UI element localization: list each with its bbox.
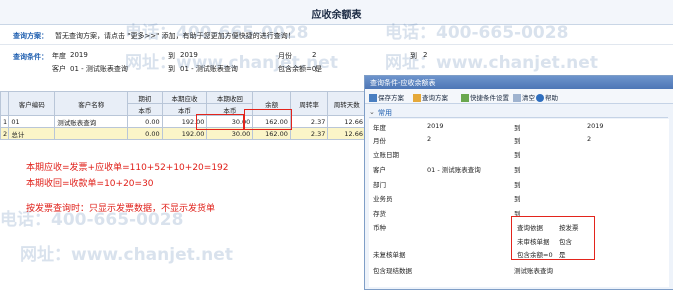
column-header[interactable]: 本期收回 <box>206 91 254 104</box>
field-label: 部门 <box>373 181 386 189</box>
zero-balance-value[interactable]: 是 <box>315 64 322 74</box>
scheme-row: 查询方案： 暂无查询方案，请点击 "更多>>" 添加，有助于您更加方便快捷的进行… <box>0 25 673 45</box>
field-label: 客户 <box>373 166 386 174</box>
cash-settle-label: 包含现结数据 <box>373 267 412 275</box>
field-label: 立账日期 <box>373 151 399 159</box>
to-label: 到 <box>514 166 521 174</box>
field-label: 存货 <box>373 210 386 218</box>
watermark-url: 网址：www.chanjet.net <box>20 245 233 265</box>
scheme-label: 查询方案： <box>13 32 48 40</box>
column-header[interactable]: 客户编码 <box>8 91 56 116</box>
field-label: 业务员 <box>373 195 393 203</box>
help-label: 帮助 <box>545 94 558 102</box>
currency-label: 币种 <box>373 224 386 232</box>
unrecorded-label: 未复核单据 <box>373 251 406 259</box>
eraser-icon <box>513 94 521 102</box>
year-to-input[interactable]: 2019 <box>587 122 604 130</box>
quick-condition-label: 快捷条件设置 <box>470 94 509 102</box>
field-label: 年度 <box>373 124 386 132</box>
to-label: 到 <box>514 195 521 203</box>
balance-table: 客户编码 客户名称 期初 本期应收 本期收回 余额 周转率 周转天数 本币 本币… <box>0 91 366 140</box>
scheme-hint: 暂无查询方案，请点击 "更多>>" 添加，有助于您更加方便快捷的进行查询！ <box>55 32 295 40</box>
to-label: 到 <box>514 137 521 145</box>
month-input[interactable]: 2 <box>427 135 431 143</box>
month-to-value[interactable]: 2 <box>423 51 427 59</box>
chevron-down-icon: ⌄ <box>369 108 375 116</box>
customer-value[interactable]: 01 - 测试账表查询 <box>70 64 128 74</box>
turnover-cell[interactable]: 2.37 <box>289 115 329 128</box>
column-header[interactable]: 本期应收 <box>161 91 208 104</box>
opening-cell[interactable]: 0.00 <box>127 115 163 128</box>
column-header[interactable]: 周转天数 <box>327 91 366 116</box>
turnover-cell: 2.37 <box>289 127 329 140</box>
save-icon <box>369 94 377 102</box>
query-condition-dialog: 查询条件-应收余额表 保存方案 查询方案 快捷条件设置 清空 帮助 ⌄ 常用 年… <box>364 75 673 290</box>
row-index-header <box>0 91 10 116</box>
to-label: 到 <box>514 124 521 132</box>
query-scheme-label: 查询方案 <box>422 94 448 102</box>
table-row[interactable]: 1 01 测试账表查询 0.00 192.00 30.00 162.00 2.3… <box>0 115 366 128</box>
to-label: 到 <box>168 65 175 73</box>
table-header-row: 客户编码 客户名称 期初 本期应收 本期收回 余额 周转率 周转天数 <box>0 91 366 116</box>
customer-input[interactable]: 01 - 测试账表查询 <box>427 164 481 174</box>
condition-panel: 查询条件： 年度 2019 到 2019 月份 2 到 2 客户 01 - 测试… <box>0 45 673 75</box>
year-to-value[interactable]: 2019 <box>180 51 198 59</box>
currency-subheader: 本币 <box>127 103 163 116</box>
query-basis-highlight <box>511 216 595 260</box>
month-label: 月份 <box>278 52 292 60</box>
customer-code-cell[interactable]: 01 <box>8 115 56 128</box>
table-total-row[interactable]: 2 总计 0.00 192.00 30.00 162.00 2.37 12.66 <box>0 127 366 140</box>
receivable-highlight <box>196 114 244 130</box>
condition-label: 查询条件： <box>13 53 48 61</box>
to-label: 到 <box>168 52 175 60</box>
opening-cell: 0.00 <box>127 127 163 140</box>
customer-name-cell <box>54 127 129 140</box>
window-title-bar: 应收余额表 <box>0 0 673 25</box>
quick-condition-button[interactable]: 快捷条件设置 <box>461 92 509 102</box>
folder-icon <box>413 94 421 102</box>
dialog-form: 年度 2019 到 2019 月份 2 到 2 立账日期 到 客户 01 - 测… <box>369 119 669 287</box>
section-title: 常用 <box>378 109 392 117</box>
year-input[interactable]: 2019 <box>427 122 444 130</box>
customer-label: 客户 <box>52 65 66 73</box>
column-header[interactable]: 客户名称 <box>54 91 129 116</box>
dialog-title: 查询条件-应收余额表 <box>370 79 436 87</box>
total-label-cell: 总计 <box>8 127 56 140</box>
row-index: 2 <box>0 127 10 140</box>
received-highlight <box>244 109 292 130</box>
save-scheme-label: 保存方案 <box>378 94 404 102</box>
section-header[interactable]: ⌄ 常用 <box>369 107 668 118</box>
dialog-toolbar: 保存方案 查询方案 快捷条件设置 清空 帮助 <box>365 89 673 104</box>
to-label: 到 <box>514 181 521 189</box>
save-scheme-button[interactable]: 保存方案 <box>369 92 404 102</box>
row-index: 1 <box>0 115 10 128</box>
query-scheme-button[interactable]: 查询方案 <box>413 92 448 102</box>
to-label: 到 <box>410 52 417 60</box>
days-cell: 12.66 <box>327 127 366 140</box>
field-label: 月份 <box>373 137 386 145</box>
days-cell[interactable]: 12.66 <box>327 115 366 128</box>
note-received: 本期收回=收款单=10+20=30 <box>26 179 154 189</box>
month-value[interactable]: 2 <box>312 51 316 59</box>
customer-to-value[interactable]: 01 - 测试账表查询 <box>180 64 238 74</box>
month-to-input[interactable]: 2 <box>587 135 591 143</box>
note-invoice-query: 按发票查询时：只显示发票数据，不显示发货单 <box>26 204 216 214</box>
window-title: 应收余额表 <box>311 10 362 21</box>
clear-label: 清空 <box>522 94 535 102</box>
settings-icon <box>461 94 469 102</box>
note-receivable: 本期应收=发票+应收单=110+52+10+20=192 <box>26 163 229 173</box>
column-header[interactable]: 期初 <box>127 91 163 104</box>
dialog-title-bar[interactable]: 查询条件-应收余额表 <box>365 76 673 89</box>
customer-name-cell[interactable]: 测试账表查询 <box>54 115 129 128</box>
account-name-value: 测试账表查询 <box>514 267 553 275</box>
year-value[interactable]: 2019 <box>70 51 88 59</box>
zero-balance-label: 包含余额=0 <box>278 65 317 73</box>
column-header[interactable]: 周转率 <box>289 91 329 116</box>
clear-button[interactable]: 清空 <box>513 92 535 102</box>
help-button[interactable]: 帮助 <box>536 92 558 102</box>
to-label: 到 <box>514 151 521 159</box>
help-icon <box>536 94 544 102</box>
year-label: 年度 <box>52 52 66 60</box>
